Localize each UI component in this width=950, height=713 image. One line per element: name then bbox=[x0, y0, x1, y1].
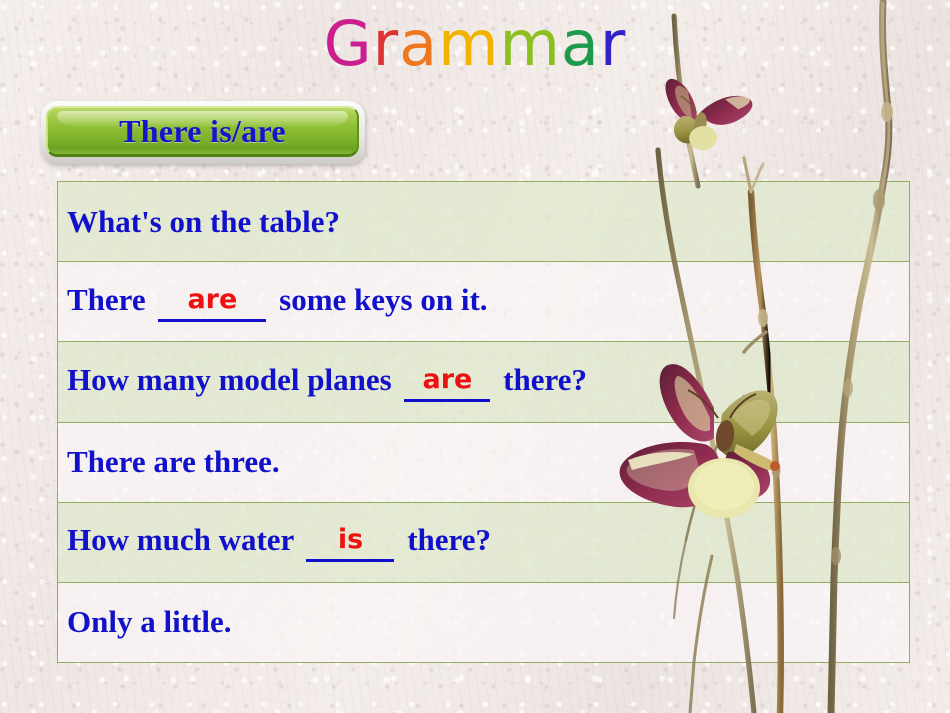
grammar-sentence-table: What's on the table? There are some keys … bbox=[57, 181, 910, 663]
sentence-cell: What's on the table? bbox=[67, 204, 340, 240]
sentence-text: Only a little. bbox=[67, 604, 232, 640]
title-letter-3: m bbox=[438, 7, 500, 80]
page-title: Grammar bbox=[0, 8, 950, 80]
sentence-text: There bbox=[67, 281, 154, 317]
sentence-text: How much water bbox=[67, 522, 302, 558]
sentence-cell: How much water is there? bbox=[67, 522, 492, 563]
topic-button[interactable]: There is/are bbox=[41, 101, 365, 164]
sentence-cell: There are three. bbox=[67, 444, 280, 480]
sentence-text: There are three. bbox=[67, 444, 280, 480]
title-letter-5: a bbox=[560, 7, 600, 80]
answer-blank[interactable]: is bbox=[306, 522, 395, 563]
sentence-cell: How many model planes are there? bbox=[67, 362, 587, 402]
slide-canvas: Grammar There is/are What's on the table… bbox=[0, 0, 950, 713]
sentence-text: there? bbox=[399, 522, 492, 558]
sentence-text: there? bbox=[495, 361, 587, 397]
table-row: Only a little. bbox=[58, 582, 909, 663]
answer-blank[interactable]: are bbox=[158, 282, 267, 322]
sentence-text: How many model planes bbox=[67, 361, 400, 397]
sentence-cell: There are some keys on it. bbox=[67, 282, 488, 322]
table-row: How much water is there? bbox=[58, 502, 909, 583]
answer-blank[interactable]: are bbox=[404, 362, 491, 402]
table-row: There are three. bbox=[58, 422, 909, 503]
table-row: What's on the table? bbox=[58, 182, 909, 263]
title-letter-4: m bbox=[499, 7, 561, 80]
title-letter-0: G bbox=[323, 7, 373, 80]
title-letter-2: a bbox=[399, 7, 439, 80]
title-letter-6: r bbox=[599, 7, 627, 80]
sentence-text: What's on the table? bbox=[67, 203, 340, 239]
topic-button-label: There is/are bbox=[119, 112, 286, 149]
table-row: How many model planes are there? bbox=[58, 342, 909, 423]
topic-button-face[interactable]: There is/are bbox=[46, 106, 359, 157]
sentence-cell: Only a little. bbox=[67, 604, 231, 640]
table-row: There are some keys on it. bbox=[58, 262, 909, 343]
title-letter-1: r bbox=[372, 7, 400, 80]
sentence-text: some keys on it. bbox=[271, 281, 488, 317]
